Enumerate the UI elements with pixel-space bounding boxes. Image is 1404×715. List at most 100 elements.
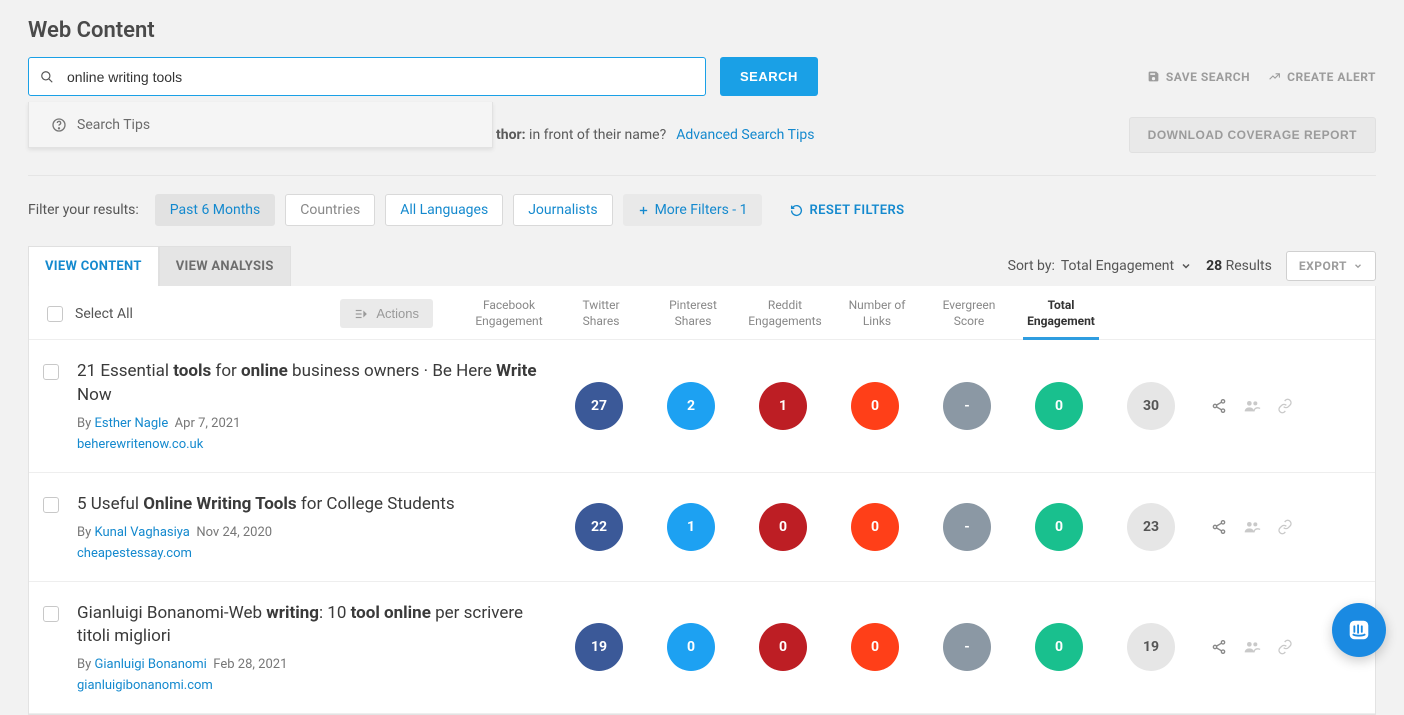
reset-label: RESET FILTERS <box>809 203 904 218</box>
export-label: EXPORT <box>1299 259 1347 273</box>
result-row: 21 Essential tools for online business o… <box>29 340 1375 473</box>
author-link[interactable]: Gianluigi Bonanomi <box>94 657 206 672</box>
row-checkbox[interactable] <box>43 497 59 513</box>
metric-bubble: - <box>943 623 991 671</box>
metric-bubble: 1 <box>667 503 715 551</box>
plus-icon <box>638 205 649 216</box>
metric-bubble: 0 <box>1035 382 1083 430</box>
author-link[interactable]: Kunal Vaghasiya <box>94 525 189 540</box>
metric-bubble: 19 <box>1127 623 1175 671</box>
share-icon[interactable] <box>1211 398 1227 414</box>
share-icon[interactable] <box>1211 519 1227 535</box>
row-checkbox[interactable] <box>43 364 59 380</box>
column-header[interactable]: FacebookEngagement <box>463 296 555 331</box>
filter-countries[interactable]: Countries <box>285 194 375 226</box>
select-all-checkbox[interactable] <box>47 306 63 322</box>
result-meta: By Kunal Vaghasiya Nov 24, 2020 <box>77 525 455 540</box>
author-link[interactable]: Esther Nagle <box>94 416 168 431</box>
metric-bubble: 30 <box>1127 382 1175 430</box>
metric-bubble: 23 <box>1127 503 1175 551</box>
result-row: Gianluigi Bonanomi-Web writing: 10 tool … <box>29 582 1375 715</box>
filter-time[interactable]: Past 6 Months <box>155 194 275 226</box>
metric-headers: FacebookEngagementTwitterSharesPinterest… <box>463 296 1251 331</box>
chevron-down-icon <box>1180 260 1192 272</box>
search-icon <box>40 70 54 84</box>
reset-icon <box>790 204 803 217</box>
bulk-actions-button: Actions <box>340 299 433 328</box>
search-tips-dropdown[interactable]: Search Tips <box>28 102 493 148</box>
result-title[interactable]: Gianluigi Bonanomi-Web writing: 10 tool … <box>77 602 553 650</box>
save-icon <box>1147 70 1160 83</box>
sort-value: Total Engagement <box>1061 258 1174 274</box>
sort-prefix: Sort by: <box>1008 258 1055 274</box>
metric-bubble: - <box>943 382 991 430</box>
help-icon <box>51 117 67 133</box>
result-title[interactable]: 21 Essential tools for online business o… <box>77 360 553 408</box>
link-icon[interactable] <box>1277 398 1293 414</box>
metric-bubble: 0 <box>851 623 899 671</box>
tip-key: thor: <box>496 127 526 143</box>
filter-languages[interactable]: All Languages <box>385 194 503 226</box>
metric-bubble: 0 <box>667 623 715 671</box>
search-button[interactable]: SEARCH <box>720 57 818 96</box>
domain-link[interactable]: cheapestessay.com <box>77 546 192 561</box>
result-meta: By Esther Nagle Apr 7, 2021 <box>77 416 553 431</box>
metric-bubble: 1 <box>759 382 807 430</box>
tip-text: in front of their name? <box>526 127 667 143</box>
share-icon[interactable] <box>1211 639 1227 655</box>
result-title[interactable]: 5 Useful Online Writing Tools for Colleg… <box>77 493 455 517</box>
actions-label: Actions <box>376 306 419 321</box>
metric-bubble: 0 <box>759 623 807 671</box>
tab-view-content[interactable]: VIEW CONTENT <box>28 246 159 286</box>
metric-bubble: 0 <box>1035 623 1083 671</box>
save-search-label: SAVE SEARCH <box>1166 70 1250 84</box>
reset-filters[interactable]: RESET FILTERS <box>790 203 904 218</box>
column-header[interactable]: Number ofLinks <box>831 296 923 331</box>
metric-bubble: 2 <box>667 382 715 430</box>
column-header[interactable]: TotalEngagement <box>1015 296 1107 331</box>
column-header[interactable]: EvergreenScore <box>923 296 1015 331</box>
filters-label: Filter your results: <box>28 202 139 218</box>
sort-by[interactable]: Sort by: Total Engagement <box>1008 258 1192 274</box>
metric-bubble: 0 <box>759 503 807 551</box>
metric-bubble: - <box>943 503 991 551</box>
select-all-label: Select All <box>75 306 133 322</box>
actions-icon <box>354 307 368 321</box>
filter-more[interactable]: More Filters - 1 <box>623 194 763 226</box>
result-row: 5 Useful Online Writing Tools for Colleg… <box>29 473 1375 582</box>
result-count: 28 Results <box>1206 258 1272 274</box>
metric-bubble: 0 <box>851 382 899 430</box>
alert-icon <box>1268 70 1281 83</box>
advanced-tips-link[interactable]: Advanced Search Tips <box>676 127 814 143</box>
search-tips-label: Search Tips <box>77 117 150 133</box>
metric-bubble: 19 <box>575 623 623 671</box>
people-icon[interactable] <box>1243 639 1261 655</box>
link-icon[interactable] <box>1277 639 1293 655</box>
metric-bubble: 0 <box>1035 503 1083 551</box>
column-header[interactable]: PinterestShares <box>647 296 739 331</box>
link-icon[interactable] <box>1277 519 1293 535</box>
chevron-down-icon <box>1353 261 1363 271</box>
save-search-button[interactable]: SAVE SEARCH <box>1147 70 1250 84</box>
people-icon[interactable] <box>1243 398 1261 414</box>
filter-journalists[interactable]: Journalists <box>513 194 612 226</box>
create-alert-label: CREATE ALERT <box>1287 70 1376 84</box>
row-checkbox[interactable] <box>43 606 59 622</box>
metric-bubble: 27 <box>575 382 623 430</box>
chat-launcher[interactable] <box>1332 603 1386 657</box>
tab-view-analysis[interactable]: VIEW ANALYSIS <box>159 246 291 286</box>
export-button[interactable]: EXPORT <box>1286 251 1376 281</box>
filter-more-label: More Filters - 1 <box>655 202 748 218</box>
page-title: Web Content <box>28 18 1376 43</box>
metric-bubble: 0 <box>851 503 899 551</box>
domain-link[interactable]: beherewritenow.co.uk <box>77 437 203 452</box>
download-report-button: DOWNLOAD COVERAGE REPORT <box>1129 117 1376 153</box>
column-header[interactable]: TwitterShares <box>555 296 647 331</box>
column-header[interactable]: RedditEngagements <box>739 296 831 331</box>
create-alert-button[interactable]: CREATE ALERT <box>1268 70 1376 84</box>
search-input[interactable] <box>28 57 706 96</box>
result-meta: By Gianluigi Bonanomi Feb 28, 2021 <box>77 657 553 672</box>
people-icon[interactable] <box>1243 519 1261 535</box>
metric-bubble: 22 <box>575 503 623 551</box>
domain-link[interactable]: gianluigibonanomi.com <box>77 678 213 693</box>
